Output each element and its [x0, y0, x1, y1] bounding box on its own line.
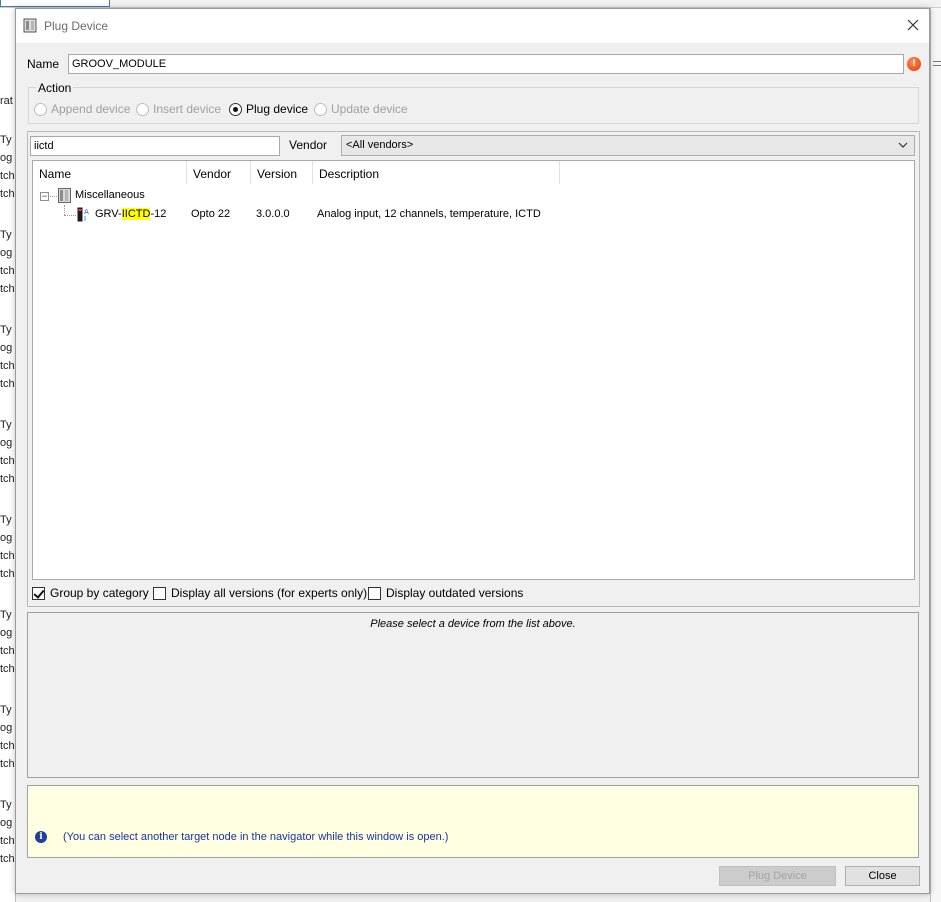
- background-text-fragment: tcho: [0, 663, 15, 675]
- tree-row-device[interactable]: A I GRV-IICTD-12 Opto 22 3.0.0.0 Analog …: [33, 206, 914, 224]
- dialog-titlebar: Plug Device: [16, 9, 929, 43]
- column-header-vendor[interactable]: Vendor: [187, 161, 251, 184]
- column-header-version[interactable]: Version: [251, 161, 313, 184]
- name-field[interactable]: [68, 54, 904, 74]
- background-text-fragment: tcho: [0, 550, 15, 562]
- background-text-fragment: tcho: [0, 758, 15, 770]
- vendor-dropdown[interactable]: <All vendors>: [341, 135, 915, 156]
- info-icon: i: [35, 831, 47, 843]
- name-label: Name: [27, 57, 60, 71]
- vendor-label: Vendor: [289, 138, 328, 152]
- background-text-fragment: tcho: [0, 170, 15, 182]
- svg-text:I: I: [84, 215, 86, 222]
- note-panel: i (You can select another target node in…: [27, 785, 919, 858]
- chevron-down-icon: [898, 142, 908, 148]
- dialog-title: Plug Device: [44, 19, 109, 33]
- background-text-fragment: tcho: [0, 645, 15, 657]
- background-text-fragment: Ty: [0, 799, 12, 811]
- background-text-fragment: Ty: [0, 704, 12, 716]
- radio-update-device[interactable]: Update device: [314, 102, 408, 116]
- warning-icon: !: [907, 57, 921, 71]
- info-message: Please select a device from the list abo…: [370, 618, 576, 630]
- background-text-fragment: og: [0, 817, 13, 829]
- background-tab: [0, 0, 110, 7]
- device-info-panel: Please select a device from the list abo…: [27, 612, 919, 778]
- background-text-fragment: tcho: [0, 473, 15, 485]
- device-description: Analog input, 12 channels, temperature, …: [317, 208, 541, 220]
- radio-plug-device[interactable]: Plug device: [229, 102, 308, 116]
- collapse-icon[interactable]: −: [40, 192, 49, 201]
- background-text-fragment: Ty: [0, 419, 12, 431]
- plug-device-dialog: Plug Device Name ! Action Append device …: [15, 8, 930, 894]
- display-outdated-versions-checkbox[interactable]: Display outdated versions: [368, 586, 523, 600]
- background-text-fragment: rat: [0, 95, 13, 107]
- column-header-name[interactable]: Name: [33, 161, 187, 184]
- background-text-fragment: Ty: [0, 609, 12, 621]
- plug-device-button[interactable]: Plug Device: [719, 866, 836, 886]
- radio-button[interactable]: [314, 102, 327, 116]
- background-text-fragment: Ty: [0, 229, 12, 241]
- device-icon: [23, 18, 37, 33]
- background-right-edge: [930, 8, 941, 902]
- background-text-fragment: Ty: [0, 514, 12, 526]
- note-text: (You can select another target node in t…: [63, 831, 449, 843]
- action-label: Action: [36, 81, 74, 95]
- search-input[interactable]: [30, 136, 280, 156]
- background-text-fragment: tcho: [0, 188, 15, 200]
- checkbox[interactable]: [32, 586, 45, 600]
- device-vendor: Opto 22: [191, 208, 231, 220]
- radio-button[interactable]: [136, 102, 149, 116]
- device-name: GRV-IICTD-12: [95, 208, 167, 220]
- io-module-icon: A I: [77, 207, 89, 222]
- background-text-fragment: og: [0, 152, 13, 164]
- category-label: Miscellaneous: [75, 189, 145, 201]
- group-by-category-checkbox[interactable]: Group by category: [32, 586, 149, 600]
- radio-insert-device[interactable]: Insert device: [136, 102, 221, 116]
- background-text-fragment: og: [0, 342, 13, 354]
- background-text-fragment: tcho: [0, 568, 15, 580]
- background-text-fragment: og: [0, 532, 13, 544]
- background-text-fragment: tcho: [0, 360, 15, 372]
- radio-button[interactable]: [229, 102, 242, 116]
- radio-button[interactable]: [34, 102, 47, 116]
- background-text-fragment: tcho: [0, 835, 15, 847]
- display-all-versions-checkbox[interactable]: Display all versions (for experts only): [153, 586, 367, 600]
- close-icon[interactable]: [905, 17, 921, 33]
- background-text-fragment: Ty: [0, 134, 12, 146]
- device-version: 3.0.0.0: [256, 208, 290, 220]
- tree-row-category[interactable]: − Miscellaneous: [33, 187, 914, 205]
- background-text-fragment: tcho: [0, 740, 15, 752]
- background-text-fragment: tcho: [0, 455, 15, 467]
- background-text-fragment: tcho: [0, 265, 15, 277]
- search-match-highlight: IICTD: [121, 208, 151, 220]
- background-left-pane: Ty og tcho tcho rat Ty og tcho tcho Ty og tcho tcho T…: [0, 8, 16, 902]
- background-text-fragment: og: [0, 437, 13, 449]
- checkbox[interactable]: [368, 586, 381, 600]
- background-text-fragment: Ty: [0, 324, 12, 336]
- background-text-fragment: tcho: [0, 378, 15, 390]
- radio-append-device[interactable]: Append device: [34, 102, 130, 116]
- checkbox[interactable]: [153, 586, 166, 600]
- background-text-fragment: og: [0, 722, 13, 734]
- device-tree[interactable]: Name Vendor Version Description − Miscel…: [32, 160, 915, 580]
- background-text-fragment: tcho: [0, 283, 15, 295]
- folder-device-icon: [58, 188, 71, 203]
- close-button[interactable]: Close: [845, 866, 920, 886]
- vendor-selected-value: <All vendors>: [346, 139, 414, 151]
- background-toolbar: [0, 0, 941, 8]
- background-text-fragment: og: [0, 627, 13, 639]
- column-header-description[interactable]: Description: [313, 161, 560, 184]
- background-text-fragment: og: [0, 247, 13, 259]
- background-text-fragment: tcho: [0, 853, 15, 865]
